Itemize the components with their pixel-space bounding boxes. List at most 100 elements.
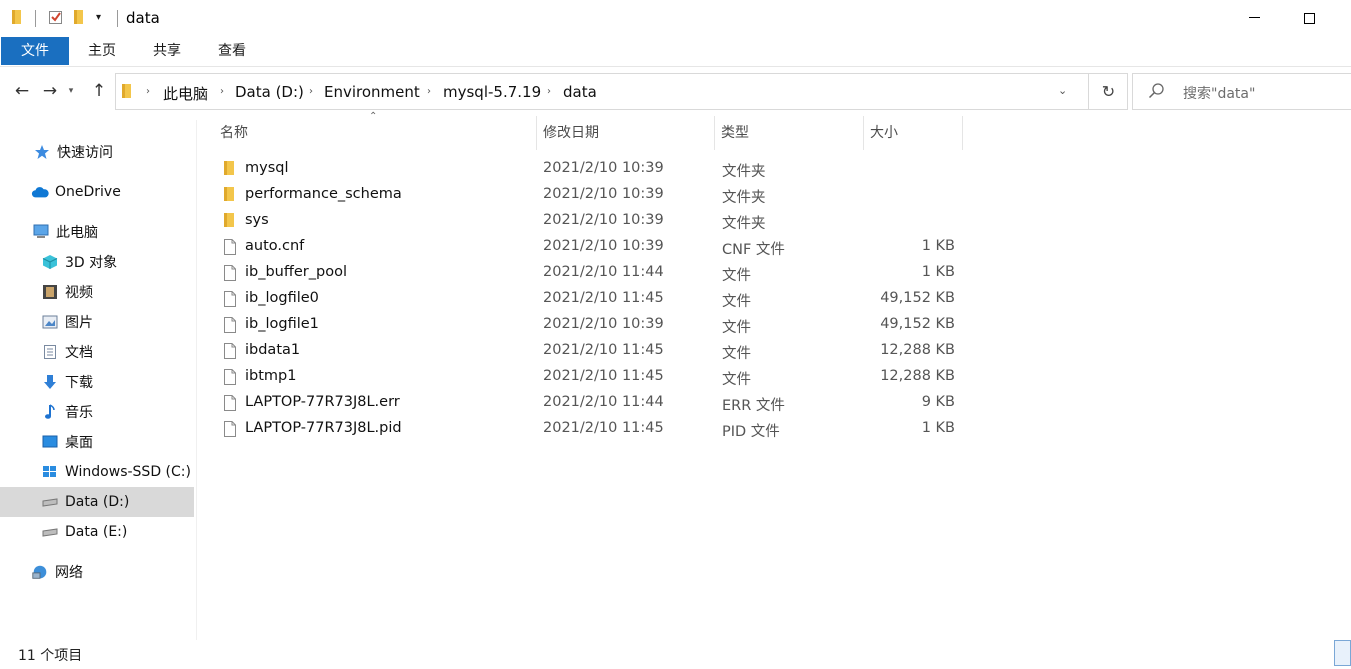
file-size: 49,152 KB xyxy=(880,290,955,306)
tab-share[interactable]: 共享 xyxy=(149,37,185,65)
address-bar[interactable]: › 此电脑 › Data (D:) › Environment › mysql-… xyxy=(115,73,1128,110)
file-type: 文件 xyxy=(722,268,751,284)
file-date: 2021/2/10 11:45 xyxy=(543,342,664,358)
computer-icon xyxy=(32,223,50,241)
search-box[interactable]: 搜索"data" xyxy=(1132,73,1351,110)
title-bar: ▾ data xyxy=(0,0,1351,36)
file-type: 文件夹 xyxy=(722,216,766,232)
minimize-button[interactable] xyxy=(1231,0,1277,36)
file-row[interactable]: ib_logfile0 2021/2/10 11:45 文件 49,152 KB xyxy=(215,286,965,312)
file-icon xyxy=(223,394,237,416)
details-view-button[interactable] xyxy=(1334,640,1351,666)
file-row[interactable]: LAPTOP-77R73J8L.pid 2021/2/10 11:45 PID 文件… xyxy=(215,416,965,442)
file-type: PID 文件 xyxy=(722,424,780,440)
tab-view[interactable]: 查看 xyxy=(214,37,250,65)
music-icon xyxy=(41,403,59,421)
breadcrumb-data-d[interactable]: Data (D:) xyxy=(235,83,304,101)
desktop-icon xyxy=(41,433,59,451)
column-header-type[interactable]: 类型 xyxy=(715,116,863,150)
folder-icon[interactable] xyxy=(11,9,25,29)
file-row[interactable]: LAPTOP-77R73J8L.err 2021/2/10 11:44 ERR 文件… xyxy=(215,390,965,416)
refresh-button[interactable]: ↻ xyxy=(1088,74,1128,109)
file-date: 2021/2/10 11:45 xyxy=(543,368,664,384)
sidebar-item-label: Data (E:) xyxy=(65,524,128,540)
sidebar-item-label: 图片 xyxy=(65,315,93,331)
file-row[interactable]: ibdata1 2021/2/10 11:45 文件 12,288 KB xyxy=(215,338,965,364)
sidebar-item-label: 桌面 xyxy=(65,435,93,451)
customize-toolbar-icon[interactable]: ▾ xyxy=(96,12,101,23)
column-header-name[interactable]: 名称 xyxy=(214,116,536,150)
chevron-right-icon[interactable]: › xyxy=(146,86,150,97)
file-row[interactable]: ib_logfile1 2021/2/10 10:39 文件 49,152 KB xyxy=(215,312,965,338)
sidebar-item-label: 此电脑 xyxy=(56,225,98,241)
new-folder-icon[interactable] xyxy=(73,9,87,29)
file-date: 2021/2/10 10:39 xyxy=(543,316,664,332)
sidebar-item-label: 快速访问 xyxy=(57,145,113,161)
file-date: 2021/2/10 10:39 xyxy=(543,160,664,176)
file-row[interactable]: performance_schema 2021/2/10 10:39 文件夹 xyxy=(215,182,965,208)
breadcrumb-this-pc[interactable]: 此电脑 xyxy=(163,83,208,104)
file-row[interactable]: mysql 2021/2/10 10:39 文件夹 xyxy=(215,156,965,182)
sidebar-item-data-d[interactable]: Data (D:) xyxy=(0,487,194,517)
maximize-button[interactable] xyxy=(1286,0,1332,36)
column-header-date[interactable]: 修改日期 xyxy=(537,116,714,150)
file-icon xyxy=(223,316,237,338)
column-separator[interactable] xyxy=(962,116,963,150)
chevron-right-icon[interactable]: › xyxy=(309,86,313,97)
tab-file[interactable]: 文件 xyxy=(1,37,69,65)
sidebar-item-pictures[interactable]: 图片 xyxy=(0,307,194,337)
breadcrumb-data[interactable]: data xyxy=(563,83,597,101)
file-date: 2021/2/10 11:44 xyxy=(543,264,664,280)
file-type: CNF 文件 xyxy=(722,242,785,258)
star-icon xyxy=(33,143,51,161)
file-row[interactable]: ib_buffer_pool 2021/2/10 11:44 文件 1 KB xyxy=(215,260,965,286)
file-icon xyxy=(223,420,237,442)
column-header-size[interactable]: 大小 xyxy=(864,116,962,150)
sidebar-item-onedrive[interactable]: OneDrive xyxy=(0,177,194,207)
sidebar-item-music[interactable]: 音乐 xyxy=(0,397,194,427)
sidebar-item-label: 下载 xyxy=(65,375,93,391)
sidebar-item-documents[interactable]: 文档 xyxy=(0,337,194,367)
sidebar-item-windows-ssd[interactable]: Windows-SSD (C:) xyxy=(0,457,194,487)
up-button[interactable]: ↑ xyxy=(88,80,110,102)
folder-icon xyxy=(223,186,237,206)
file-size: 1 KB xyxy=(921,238,955,254)
sidebar-item-label: 视频 xyxy=(65,285,93,301)
search-input[interactable]: 搜索"data" xyxy=(1183,83,1255,103)
chevron-down-icon[interactable]: ⌄ xyxy=(1058,84,1067,97)
document-icon xyxy=(41,343,59,361)
sidebar-item-this-pc[interactable]: 此电脑 xyxy=(0,217,194,247)
sidebar-item-desktop[interactable]: 桌面 xyxy=(0,427,194,457)
file-name: LAPTOP-77R73J8L.pid xyxy=(245,420,402,436)
sidebar-item-label: OneDrive xyxy=(55,184,121,200)
sidebar-item-videos[interactable]: 视频 xyxy=(0,277,194,307)
tab-home[interactable]: 主页 xyxy=(84,37,120,65)
chevron-right-icon[interactable]: › xyxy=(427,86,431,97)
file-name: ibtmp1 xyxy=(245,368,297,384)
file-type: 文件 xyxy=(722,320,751,336)
film-icon xyxy=(41,283,59,301)
chevron-right-icon[interactable]: › xyxy=(220,86,224,97)
file-icon xyxy=(223,342,237,364)
cloud-icon xyxy=(31,183,49,201)
breadcrumb-environment[interactable]: Environment xyxy=(324,83,420,101)
title-separator xyxy=(117,10,118,27)
sidebar-item-quick-access[interactable]: 快速访问 xyxy=(0,137,194,167)
sidebar-item-label: Windows-SSD (C:) xyxy=(65,464,191,480)
chevron-right-icon[interactable]: › xyxy=(547,86,551,97)
file-date: 2021/2/10 11:45 xyxy=(543,290,664,306)
recent-locations-button[interactable]: ▾ xyxy=(63,80,79,102)
file-row[interactable]: auto.cnf 2021/2/10 10:39 CNF 文件 1 KB xyxy=(215,234,965,260)
properties-icon[interactable] xyxy=(48,9,64,29)
file-row[interactable]: sys 2021/2/10 10:39 文件夹 xyxy=(215,208,965,234)
breadcrumb-mysql[interactable]: mysql-5.7.19 xyxy=(443,83,541,101)
forward-button[interactable]: → xyxy=(39,80,61,102)
back-button[interactable]: ← xyxy=(11,80,33,102)
file-row[interactable]: ibtmp1 2021/2/10 11:45 文件 12,288 KB xyxy=(215,364,965,390)
sidebar-item-downloads[interactable]: 下载 xyxy=(0,367,194,397)
file-date: 2021/2/10 10:39 xyxy=(543,186,664,202)
sidebar-item-data-e[interactable]: Data (E:) xyxy=(0,517,194,547)
file-type: 文件夹 xyxy=(722,190,766,206)
sidebar-item-network[interactable]: 网络 xyxy=(0,557,194,587)
sidebar-item-3d-objects[interactable]: 3D 对象 xyxy=(0,247,194,277)
